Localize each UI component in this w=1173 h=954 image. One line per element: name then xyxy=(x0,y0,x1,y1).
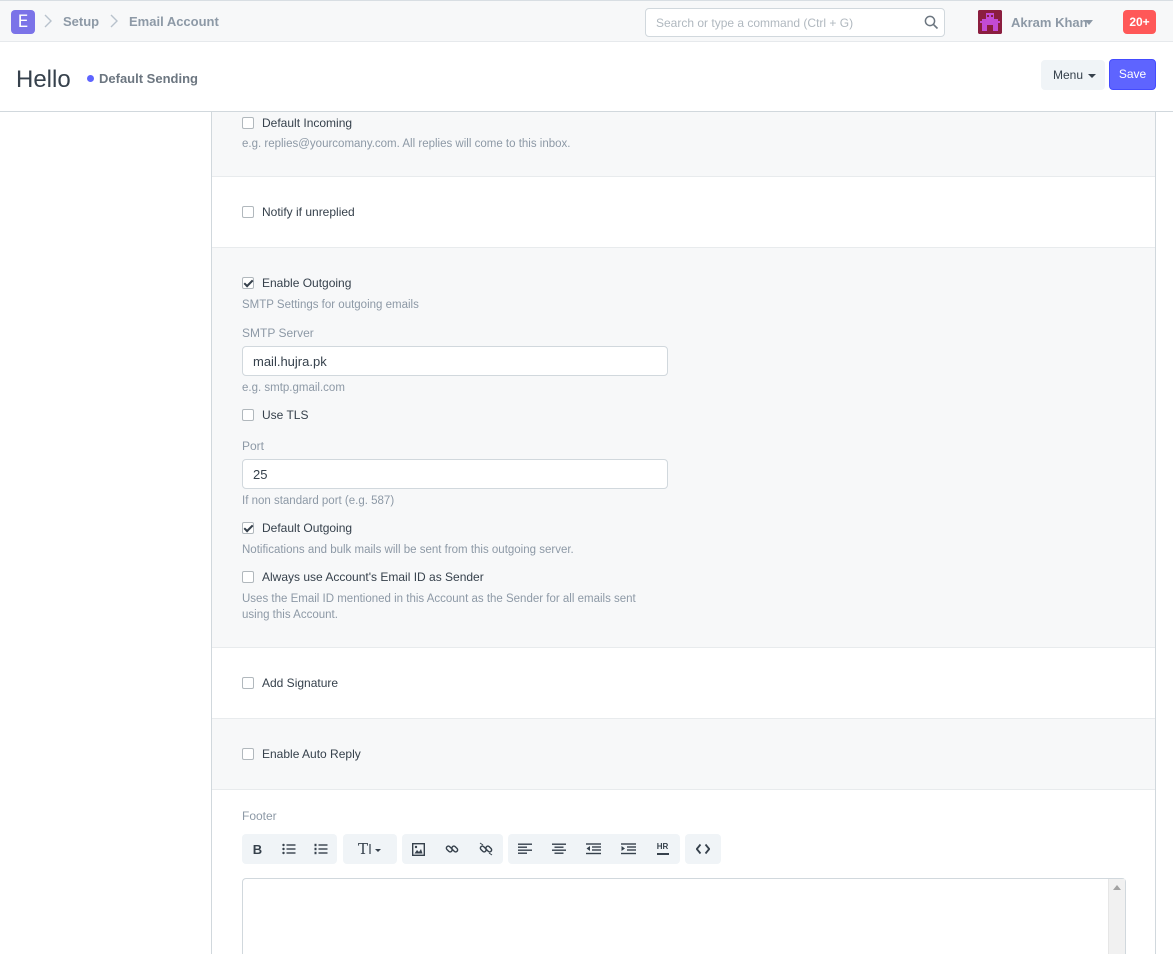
page-head: Hello Default Sending Menu Save xyxy=(0,42,1173,112)
code-view-icon[interactable] xyxy=(685,834,721,864)
menu-button-label: Menu xyxy=(1053,68,1084,82)
section-outgoing: Enable Outgoing SMTP Settings for outgoi… xyxy=(212,248,1155,648)
always-use-sender-label[interactable]: Always use Account's Email ID as Sender xyxy=(262,570,484,584)
notification-badge[interactable]: 20+ xyxy=(1123,10,1156,34)
default-outgoing-checkbox[interactable] xyxy=(242,522,254,534)
unlink-icon[interactable] xyxy=(469,834,503,864)
toolbar-group-insert xyxy=(402,834,503,864)
font-size-glyph: T xyxy=(357,840,368,858)
default-outgoing-label[interactable]: Default Outgoing xyxy=(262,521,352,535)
add-signature-label[interactable]: Add Signature xyxy=(262,676,338,690)
font-size-icon[interactable]: T xyxy=(343,834,397,864)
enable-outgoing-label[interactable]: Enable Outgoing xyxy=(262,276,351,290)
enable-outgoing-checkbox[interactable] xyxy=(242,277,254,289)
smtp-server-label: SMTP Server xyxy=(242,326,314,340)
menu-button[interactable]: Menu xyxy=(1041,60,1105,90)
always-use-sender-checkbox[interactable] xyxy=(242,571,254,583)
status-indicator-dot xyxy=(87,75,94,82)
user-menu-name[interactable]: Akram Khan xyxy=(1011,15,1088,30)
save-button[interactable]: Save xyxy=(1109,59,1156,90)
scroll-up-arrow-icon[interactable] xyxy=(1113,885,1121,890)
port-help: If non standard port (e.g. 587) xyxy=(242,495,395,507)
chevron-right-icon xyxy=(110,14,118,28)
enable-auto-reply-checkbox[interactable] xyxy=(242,748,254,760)
page-title: Hello xyxy=(16,66,71,93)
caret-down-icon xyxy=(1088,74,1096,78)
app-logo[interactable]: E xyxy=(11,10,35,34)
use-tls-checkbox[interactable] xyxy=(242,409,254,421)
breadcrumb-setup[interactable]: Setup xyxy=(63,14,99,29)
image-icon[interactable] xyxy=(402,834,435,864)
avatar-image-icon xyxy=(978,10,1002,34)
align-center-icon[interactable] xyxy=(542,834,576,864)
always-use-sender-help-line1: Uses the Email ID mentioned in this Acco… xyxy=(242,593,636,605)
add-signature-checkbox[interactable] xyxy=(242,677,254,689)
bold-icon[interactable]: B xyxy=(242,834,273,864)
section-footer: Footer B T HR xyxy=(212,790,1155,954)
bold-glyph: B xyxy=(252,841,263,857)
indent-icon[interactable] xyxy=(611,834,645,864)
font-size-arrow-icon xyxy=(369,844,381,854)
enable-outgoing-help: SMTP Settings for outgoing emails xyxy=(242,299,419,311)
toolbar-group-code xyxy=(685,834,721,864)
horizontal-rule-icon[interactable]: HR xyxy=(645,834,680,864)
notify-unreplied-checkbox[interactable] xyxy=(242,206,254,218)
toolbar-group-style: B xyxy=(242,834,337,864)
outdent-icon[interactable] xyxy=(576,834,611,864)
bullet-list-icon[interactable] xyxy=(273,834,304,864)
always-use-sender-help-line2: using this Account. xyxy=(242,609,338,621)
footer-label: Footer xyxy=(242,809,277,823)
smtp-server-help: e.g. smtp.gmail.com xyxy=(242,382,345,394)
toolbar-group-align: HR xyxy=(508,834,680,864)
default-outgoing-help: Notifications and bulk mails will be sen… xyxy=(242,544,574,556)
default-incoming-checkbox[interactable] xyxy=(242,117,254,129)
caret-down-icon[interactable] xyxy=(1085,20,1093,25)
form-layout: Default Incoming e.g. replies@yourcomany… xyxy=(211,112,1156,954)
section-notify: Notify if unreplied xyxy=(212,177,1155,248)
use-tls-label[interactable]: Use TLS xyxy=(262,408,308,422)
default-incoming-help: e.g. replies@yourcomany.com. All replies… xyxy=(242,138,571,150)
search-icon[interactable] xyxy=(924,15,939,30)
align-left-icon[interactable] xyxy=(508,834,542,864)
chevron-right-icon xyxy=(44,14,52,28)
default-incoming-label[interactable]: Default Incoming xyxy=(262,116,352,130)
footer-editor[interactable] xyxy=(242,878,1126,954)
search-box xyxy=(645,8,945,37)
navbar: E Setup Email Account Akram Khan 20+ xyxy=(0,0,1173,42)
section-incoming: Default Incoming e.g. replies@yourcomany… xyxy=(212,112,1155,177)
editor-scrollbar[interactable] xyxy=(1108,879,1125,954)
enable-auto-reply-label[interactable]: Enable Auto Reply xyxy=(262,747,361,761)
notify-unreplied-label[interactable]: Notify if unreplied xyxy=(262,205,355,219)
toolbar-group-font: T xyxy=(343,834,397,864)
search-input[interactable] xyxy=(646,9,916,36)
section-auto-reply: Enable Auto Reply xyxy=(212,719,1155,790)
port-input[interactable] xyxy=(242,459,668,489)
horizontal-rule-glyph: HR xyxy=(656,843,669,855)
section-signature: Add Signature xyxy=(212,648,1155,719)
numbered-list-icon[interactable] xyxy=(304,834,337,864)
link-icon[interactable] xyxy=(435,834,469,864)
status-label: Default Sending xyxy=(99,71,198,86)
avatar[interactable] xyxy=(978,10,1002,34)
breadcrumb-email-account[interactable]: Email Account xyxy=(129,14,219,29)
port-label: Port xyxy=(242,439,265,453)
smtp-server-input[interactable] xyxy=(242,346,668,376)
